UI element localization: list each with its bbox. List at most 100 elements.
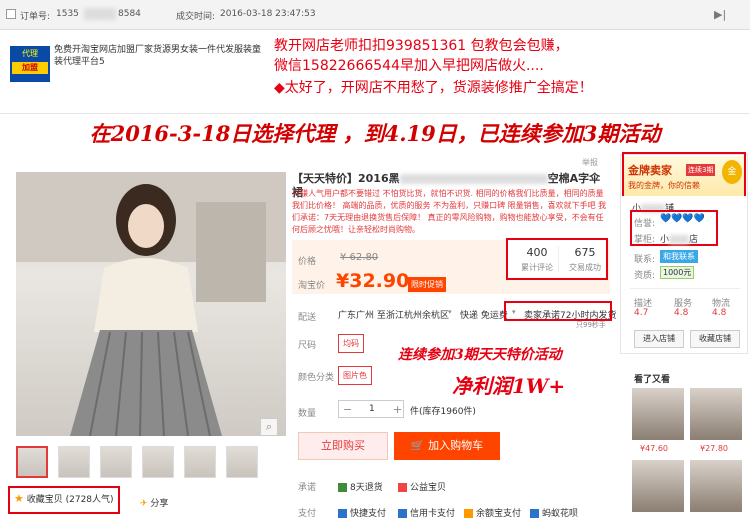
contact-label: 联系: [634, 255, 656, 265]
teacher-contact-line2: 微信15822666544早加入早把网店做火.... [274, 58, 544, 74]
limited-promo-badge: 限时促销 [408, 277, 446, 292]
current-price: ¥32.90 [336, 270, 410, 292]
sold-label: 交易成功 [569, 263, 601, 272]
reviews-count[interactable]: 400 [512, 246, 562, 259]
cart-icon: 🛒 [410, 439, 425, 452]
favorite-count-label: 收藏宝贝 (2728人气) [26, 495, 114, 505]
desc-score: 4.7 [634, 308, 649, 318]
gold-medal-icon: 金 [722, 160, 742, 184]
color-option[interactable]: 图片色 [338, 366, 372, 385]
quantity-input[interactable]: 1 [369, 404, 375, 414]
promise-7day-label: 8天退货 [350, 483, 383, 493]
keeper-name[interactable]: 小店 [660, 232, 698, 245]
size-label: 尺码 [298, 341, 317, 351]
thumbnail-2[interactable] [58, 446, 90, 478]
keeper-name-prefix: 小 [660, 235, 670, 245]
keeper-label: 掌柜: [634, 235, 656, 245]
looked-item-1[interactable] [632, 388, 684, 440]
gold-seller-title: 金牌卖家 [628, 164, 672, 177]
chevron-down-icon[interactable]: ▾ [448, 308, 452, 316]
share-icon: ✈ [140, 499, 148, 509]
looked-item-2[interactable] [690, 388, 742, 440]
share-button[interactable]: ✈ 分享 [140, 496, 168, 509]
promise-charity[interactable]: 公益宝贝 [398, 480, 446, 493]
promise-7day[interactable]: 8天退货 [338, 480, 383, 493]
teacher-contact-line1: 教开网店老师扣扣939851361 包教包会包赚， [274, 38, 569, 54]
thumbnail-1[interactable] [16, 446, 48, 478]
star-icon: ★ [14, 492, 24, 505]
gold-seller-badge: 连续3期 [686, 164, 716, 176]
product-title-prefix: 【天天特价】2016黑 [292, 172, 400, 185]
order-time-label: 成交时间: [176, 12, 216, 22]
agent-headline: 在2016-3-18日选择代理 ，到4.19日，已连续参加3期活动 [89, 121, 661, 146]
quantity-label: 数量 [298, 409, 317, 419]
stock-count: 件(库存1960件) [410, 407, 476, 417]
reviews-label: 累计评论 [521, 263, 553, 272]
looked-again-title: 看了又看 [634, 375, 671, 385]
quantity-stepper: − 1 + [338, 400, 404, 418]
looked-item-4[interactable] [690, 460, 742, 512]
promo-overlay-line1: 连续参加3期天天特价活动 [398, 347, 562, 363]
ship-to-select[interactable]: 浙江杭州余杭区 [386, 308, 449, 321]
share-label: 分享 [150, 499, 169, 509]
pay-balance-label: 余额宝支付 [476, 509, 522, 519]
credit-diamond-icons: 💙💙💙💙 [660, 214, 705, 224]
credit-label: 信誉: [634, 219, 656, 229]
thumbnail-5[interactable] [184, 446, 216, 478]
credit-card-icon [398, 509, 407, 518]
quantity-minus-button[interactable]: − [343, 403, 352, 416]
promo-overlay-line2: 净利润1W+ [452, 374, 566, 398]
order-time-value: 2016-03-18 23:47:53 [220, 9, 316, 19]
promise-charity-label: 公益宝贝 [410, 483, 447, 493]
report-link[interactable]: 举报 [582, 157, 598, 168]
pay-fast-label: 快捷支付 [350, 509, 387, 519]
shipping-promise-highlight [504, 301, 612, 321]
order-topbar: 订单号: 1535 8584 成交时间: 2016-03-18 23:47:53… [0, 0, 750, 30]
pay-fast[interactable]: 快捷支付 [338, 506, 386, 519]
gold-seller-banner: 金牌卖家 连续3期 我的金牌，你的信赖 金 [624, 156, 744, 196]
agent-description[interactable]: 免费开淘宝网店加盟厂家货源男女装一件代发服装童装代理平台5 [54, 44, 264, 68]
looked-item-3[interactable] [632, 460, 684, 512]
looked-price-1: ¥47.60 [640, 444, 668, 453]
zoom-icon[interactable]: ⌕ [260, 418, 278, 436]
size-option[interactable]: 均码 [338, 334, 364, 353]
shipping-fee: 快递 免运费 [460, 311, 508, 321]
add-to-cart-button[interactable]: 🛒 加入购物车 [394, 432, 500, 460]
return-icon [338, 483, 347, 492]
contact-seller-button[interactable]: 和我联系 [660, 250, 698, 263]
service-score: 4.8 [674, 308, 689, 318]
flag-icon[interactable]: ▶| [714, 8, 726, 21]
thumbnail-4[interactable] [142, 446, 174, 478]
shipping-label: 配送 [298, 313, 317, 323]
product-main-image[interactable] [16, 172, 286, 436]
sold-count[interactable]: 675 [560, 246, 610, 259]
favorite-product-button[interactable]: ★ 收藏宝贝 (2728人气) [14, 492, 114, 505]
stats-divider [558, 246, 559, 272]
agent-logo-line2: 加盟 [12, 62, 48, 74]
pay-credit[interactable]: 信用卡支付 [398, 506, 455, 519]
buy-now-button[interactable]: 立即购买 [298, 432, 388, 460]
looked-price-2: ¥27.80 [700, 444, 728, 453]
order-checkbox[interactable] [6, 9, 16, 19]
quantity-plus-button[interactable]: + [393, 403, 402, 416]
product-title-blur [399, 174, 548, 184]
ship-time-note: 只99秒手 [576, 321, 606, 329]
stats-highlight [506, 238, 608, 280]
pay-balance[interactable]: 余额宝支付 [464, 506, 521, 519]
add-to-cart-label: 加入购物车 [428, 439, 484, 452]
pay-huabei-label: 蚂蚁花呗 [542, 509, 579, 519]
teacher-contact-line3: ◆太好了，开网店不用愁了，货源装修推广全搞定！ [274, 80, 593, 96]
ship-from: 广东广州 至 [338, 311, 386, 321]
thumbnail-6[interactable] [226, 446, 258, 478]
pay-huabei[interactable]: 蚂蚁花呗 [530, 506, 578, 519]
price-label: 价格 [298, 257, 317, 267]
keeper-name-blur [669, 235, 690, 244]
yuebao-icon [464, 509, 473, 518]
keeper-name-suffix: 店 [689, 235, 699, 245]
favorite-shop-button[interactable]: 收藏店铺 [690, 330, 740, 348]
taobao-price-label: 淘宝价 [298, 281, 326, 291]
huabei-icon [530, 509, 539, 518]
thumbnail-3[interactable] [100, 446, 132, 478]
pay-credit-label: 信用卡支付 [410, 509, 456, 519]
enter-shop-button[interactable]: 进入店铺 [634, 330, 684, 348]
